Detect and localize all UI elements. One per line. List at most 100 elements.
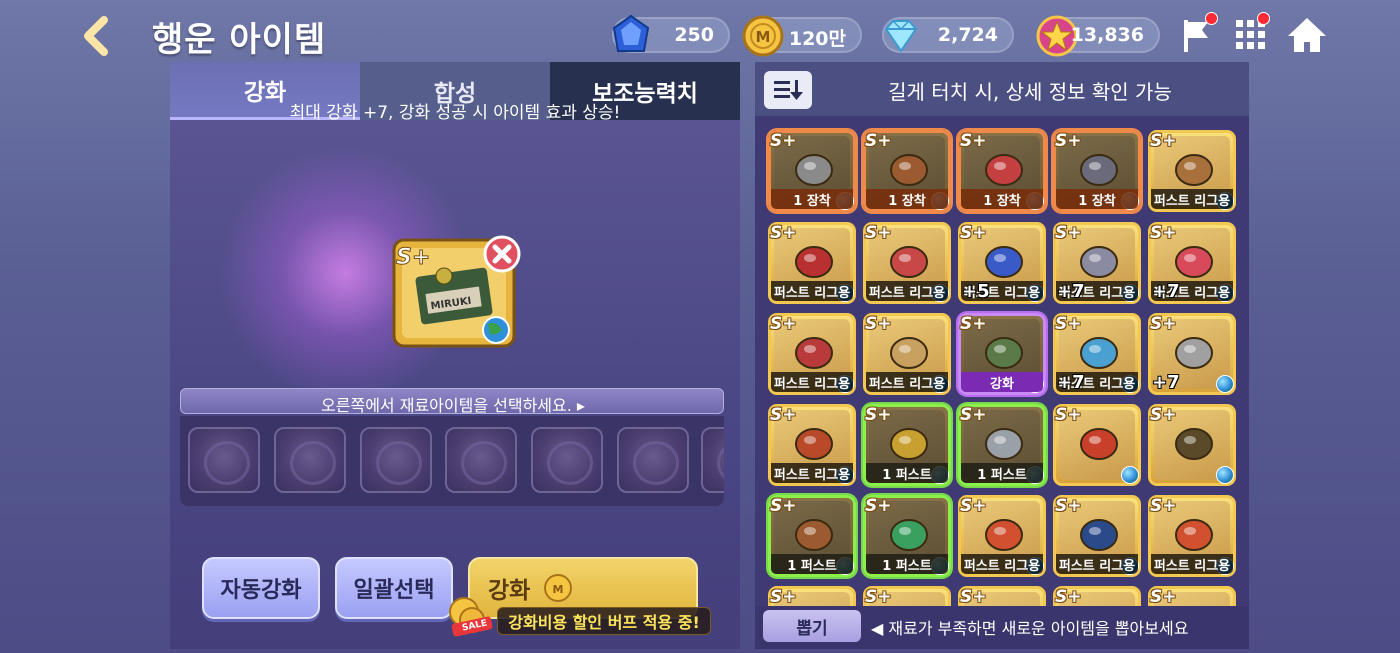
grade-badge: S+ — [770, 314, 797, 334]
inventory-item[interactable]: S+ 퍼스트 리그용 — [768, 222, 856, 304]
inventory-item[interactable]: S+ 퍼스트 리그용 +7 — [1053, 313, 1141, 395]
material-slot[interactable] — [445, 427, 517, 493]
grade-badge: S+ — [1150, 314, 1177, 334]
globe-icon — [1216, 375, 1234, 393]
inventory-item[interactable]: S+ — [863, 586, 951, 606]
inventory-item[interactable]: S+ 퍼스트 리그용 — [863, 222, 951, 304]
grade-badge: S+ — [865, 131, 892, 151]
inventory-item[interactable]: S+ 퍼스트 리그용 — [768, 313, 856, 395]
inventory-item[interactable]: S+ 1 퍼스트 — [863, 495, 951, 577]
item-label: 퍼스트 리그용 — [866, 281, 948, 301]
material-slot[interactable] — [360, 427, 432, 493]
sale-buff-text: 강화비용 할인 버프 적용 중! — [497, 607, 711, 635]
inventory-item[interactable]: S+ 1 장착 — [768, 130, 856, 212]
draw-button[interactable]: 뽑기 — [763, 610, 861, 642]
material-slot[interactable] — [274, 427, 346, 493]
item-art-icon — [795, 337, 833, 369]
enhance-level: +7 — [1152, 372, 1180, 393]
item-label: 1 퍼스트 — [866, 554, 948, 574]
item-art-icon — [890, 519, 928, 551]
currency-star[interactable]: 13,836 — [1036, 15, 1160, 57]
material-slot[interactable] — [701, 427, 724, 493]
currency-gold[interactable]: M 120만 — [742, 15, 862, 57]
inventory-item[interactable]: S+ 퍼스트 리그용 — [863, 313, 951, 395]
inventory-item[interactable]: S+ 1 퍼스트 — [958, 404, 1046, 486]
enhance-level: +5 — [962, 281, 990, 302]
grade-badge: S+ — [1150, 587, 1177, 606]
grade-badge: S+ — [770, 405, 797, 425]
material-slot[interactable] — [188, 427, 260, 493]
remove-item-button[interactable] — [482, 234, 522, 274]
inventory-item[interactable]: S+ — [1148, 404, 1236, 486]
home-icon — [1288, 18, 1326, 52]
material-slot[interactable] — [531, 427, 603, 493]
item-label: 퍼스트 리그용 — [1151, 189, 1233, 209]
mission-flag-button[interactable] — [1178, 12, 1220, 56]
grade-badge: S+ — [1150, 496, 1177, 516]
grade-badge: S+ — [960, 496, 987, 516]
inventory-item[interactable]: S+ — [958, 586, 1046, 606]
star-count: 13,836 — [1070, 24, 1144, 46]
item-art-icon — [890, 428, 928, 460]
inventory-item[interactable]: S+ — [1148, 586, 1236, 606]
sort-button[interactable] — [764, 71, 812, 109]
grade-badge: S+ — [865, 314, 892, 334]
top-bar: 행운 아이템 250 M 120만 2,724 13,836 — [0, 0, 1400, 66]
item-art-icon — [985, 337, 1023, 369]
inventory-panel: 길게 터치 시, 상세 정보 확인 가능 S+ 1 장착 S+ 1 장착 S+ 1 장착 S… — [755, 62, 1249, 649]
item-art-icon — [1080, 519, 1118, 551]
page-title: 행운 아이템 — [152, 20, 327, 60]
inventory-item[interactable]: S+ 퍼스트 리그용 +7 — [1053, 222, 1141, 304]
item-label: 퍼스트 리그용 — [866, 372, 948, 392]
inventory-grid: S+ 1 장착 S+ 1 장착 S+ 1 장착 S+ 1 장착 S+ 퍼스트 리그용 S+ 퍼스트 리… — [755, 116, 1249, 606]
currency-sapphire[interactable]: 250 — [612, 14, 730, 53]
auto-enhance-button[interactable]: 자동강화 — [202, 557, 320, 619]
inventory-item[interactable]: S+ — [768, 586, 856, 606]
inventory-item[interactable]: S+ 퍼스트 리그용 — [958, 495, 1046, 577]
item-art-icon — [1080, 428, 1118, 460]
inventory-item[interactable]: S+ +7 — [1148, 313, 1236, 395]
inventory-item[interactable]: S+ 퍼스트 리그용 — [768, 404, 856, 486]
item-art-icon — [985, 428, 1023, 460]
grade-badge: S+ — [1150, 405, 1177, 425]
inventory-item[interactable]: S+ 1 장착 — [958, 130, 1046, 212]
item-art-icon — [1080, 154, 1118, 186]
notification-dot — [1257, 12, 1270, 25]
item-art-icon — [890, 337, 928, 369]
notification-dot — [1205, 12, 1218, 25]
sapphire-icon — [612, 14, 650, 52]
grade-badge: S+ — [960, 314, 987, 334]
grade-badge: S+ — [1055, 587, 1082, 606]
item-label: 1 퍼스트 — [771, 554, 853, 574]
inventory-item[interactable]: S+ 1 장착 — [1053, 130, 1141, 212]
inventory-item[interactable]: S+ 퍼스트 리그용 — [1148, 130, 1236, 212]
bulk-select-button[interactable]: 일괄선택 — [335, 557, 453, 619]
inventory-item[interactable]: S+ 퍼스트 리그용 +7 — [1148, 222, 1236, 304]
inventory-hint: 길게 터치 시, 상세 정보 확인 가능 — [888, 80, 1172, 104]
inventory-item[interactable]: S+ 퍼스트 리그용 — [1053, 495, 1141, 577]
item-art-icon — [1080, 246, 1118, 278]
grade-badge: S+ — [1055, 223, 1082, 243]
item-art-icon — [985, 154, 1023, 186]
inventory-item[interactable]: S+ 1 퍼스트 — [768, 495, 856, 577]
item-label: 1 장착 — [866, 189, 948, 209]
diamond-count: 2,724 — [937, 24, 998, 46]
inventory-item[interactable]: S+ 퍼스트 리그용 +5 — [958, 222, 1046, 304]
inventory-item[interactable]: S+ 1 퍼스트 — [863, 404, 951, 486]
currency-diamond[interactable]: 2,724 — [882, 17, 1014, 53]
inventory-item[interactable]: S+ 1 장착 — [863, 130, 951, 212]
home-button[interactable] — [1286, 14, 1328, 56]
back-arrow-icon[interactable] — [76, 14, 116, 58]
menu-grid-button[interactable] — [1232, 12, 1274, 56]
material-slot[interactable] — [617, 427, 689, 493]
grade-badge: S+ — [770, 587, 797, 606]
material-slots — [180, 416, 724, 506]
enhance-level: +7 — [1057, 372, 1085, 393]
inventory-item[interactable]: S+ 강화 — [958, 313, 1046, 395]
grade-badge: S+ — [960, 405, 987, 425]
inventory-item[interactable]: S+ — [1053, 404, 1141, 486]
item-art-icon — [1080, 337, 1118, 369]
inventory-item[interactable]: S+ — [1053, 586, 1141, 606]
inventory-item[interactable]: S+ 퍼스트 리그용 — [1148, 495, 1236, 577]
item-art-icon — [795, 428, 833, 460]
